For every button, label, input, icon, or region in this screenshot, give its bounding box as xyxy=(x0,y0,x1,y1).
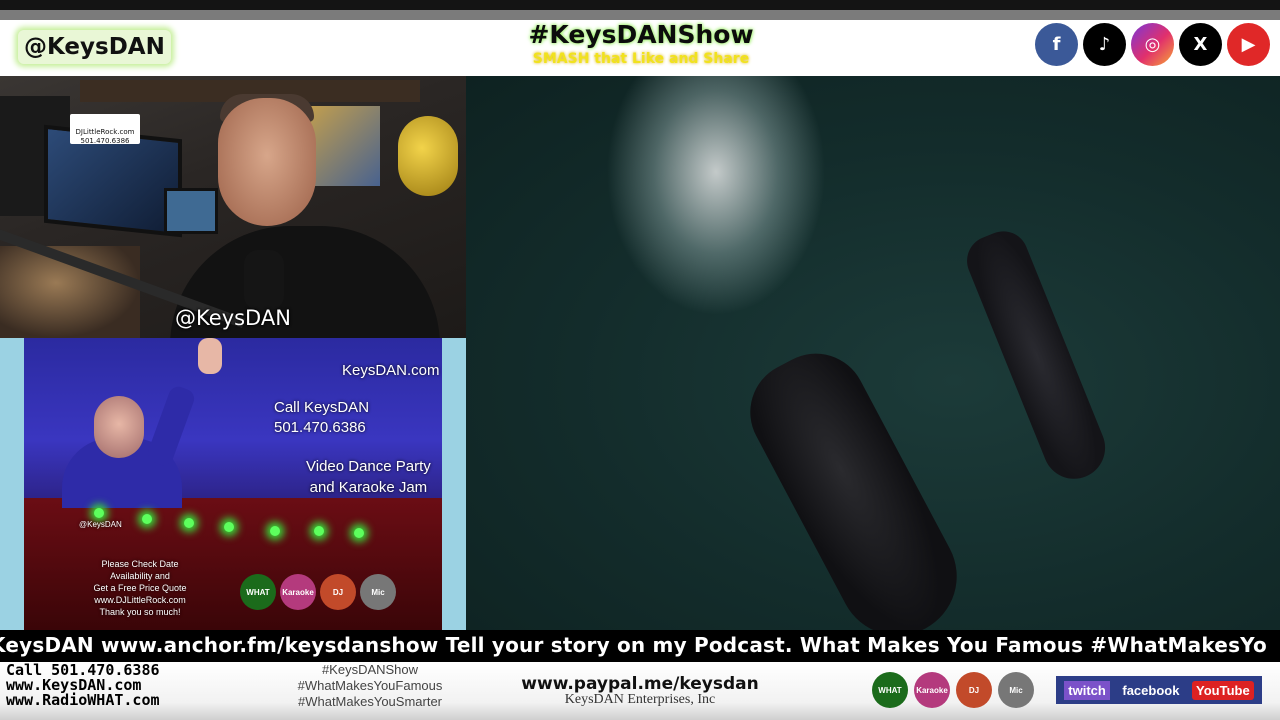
green-light xyxy=(270,526,280,536)
promo-check: Please Check Date Availability and Get a… xyxy=(80,558,200,618)
mic-logo: Mic xyxy=(360,574,396,610)
footer-paypal[interactable]: www.paypal.me/keysdan xyxy=(500,674,780,694)
footer-tag1: #KeysDANShow xyxy=(321,662,419,677)
promo-check-line3: Get a Free Price Quote xyxy=(93,583,187,593)
dj-head xyxy=(94,396,144,458)
what-radio-logo: WHAT xyxy=(240,574,276,610)
footer-tag2: #WhatMakesYouFamous xyxy=(297,678,443,693)
promo-site: KeysDAN.com xyxy=(342,362,440,379)
promo-handle: @KeysDAN xyxy=(79,520,122,529)
scrolling-ticker: KeysDAN www.anchor.fm/keysdanshow Tell y… xyxy=(0,630,1280,662)
brand-bar: twitch facebook YouTube xyxy=(1056,676,1262,704)
webcam-feed: DJLittleRock.com 501.470.6386 @KeysDAN xyxy=(0,76,466,338)
green-light xyxy=(142,514,152,524)
promo-call-line1: Call KeysDAN xyxy=(274,399,370,416)
header-handle: @KeysDAN xyxy=(18,30,171,64)
x-icon[interactable]: X xyxy=(1179,23,1222,66)
logo-sticker: DJLittleRock.com 501.470.6386 xyxy=(70,114,140,145)
promo-party-line1: Video Dance Party xyxy=(306,458,431,475)
top-black-strip xyxy=(0,0,1280,10)
dj-logo: DJ xyxy=(956,672,992,708)
footer-tag3: #WhatMakesYouSmarter xyxy=(297,694,443,709)
show-subtitle: SMASH that Like and Share xyxy=(532,51,750,67)
twitch-logo[interactable]: twitch xyxy=(1064,680,1110,700)
promo-call: Call KeysDAN 501.470.6386 xyxy=(274,398,369,438)
footer-contact: Call 501.470.6386 www.KeysDAN.com www.Ra… xyxy=(6,663,160,708)
youtube-logo[interactable]: YouTube xyxy=(1192,680,1254,700)
social-icons: f ♪ ◎ X ▶ xyxy=(1035,23,1270,66)
dj-logo: DJ xyxy=(320,574,356,610)
karaoke-logo: Karaoke xyxy=(280,574,316,610)
show-title: #KeysDANShow xyxy=(528,20,754,49)
green-light xyxy=(94,508,104,518)
promo-call-line2: 501.470.6386 xyxy=(274,419,366,436)
footer-hashtags: #KeysDANShow #WhatMakesYouFamous #WhatMa… xyxy=(270,662,470,710)
facebook-logo[interactable]: facebook xyxy=(1118,681,1183,700)
promo-party-line2: and Karaoke Jam xyxy=(309,479,428,496)
green-light xyxy=(314,526,324,536)
helmet xyxy=(398,116,458,196)
footer-site2[interactable]: www.RadioWHAT.com xyxy=(6,693,160,708)
microphone xyxy=(244,250,284,310)
small-monitor xyxy=(164,188,218,234)
green-light xyxy=(184,518,194,528)
green-light xyxy=(354,528,364,538)
promo-check-line4: www.DJLittleRock.com xyxy=(94,595,186,605)
dj-hand xyxy=(198,338,222,374)
youtube-icon[interactable]: ▶ xyxy=(1227,23,1270,66)
promo-image: KeysDAN.com Call KeysDAN 501.470.6386 Vi… xyxy=(24,338,442,630)
what-radio-logo: WHAT xyxy=(872,672,908,708)
facebook-icon[interactable]: f xyxy=(1035,23,1078,66)
webcam-handle: @KeysDAN xyxy=(0,306,466,330)
karaoke-logo: Karaoke xyxy=(914,672,950,708)
promo-party: Video Dance Party and Karaoke Jam xyxy=(306,456,431,498)
promo-check-line1: Please Check Date xyxy=(101,559,179,569)
sticker-text: DJLittleRock.com 501.470.6386 xyxy=(75,128,135,145)
header-bar: @KeysDAN #KeysDANShow SMASH that Like an… xyxy=(0,20,1280,76)
promo-check-line5: Thank you so much! xyxy=(99,607,181,617)
promo-check-line2: Availability and xyxy=(110,571,170,581)
instagram-icon[interactable]: ◎ xyxy=(1131,23,1174,66)
main-video xyxy=(466,76,1280,630)
webcam-handle-text: @KeysDAN xyxy=(175,306,291,330)
footer-enterprises: KeysDAN Enterprises, Inc xyxy=(564,692,716,707)
mic-logo: Mic xyxy=(998,672,1034,708)
promo-panel: KeysDAN.com Call KeysDAN 501.470.6386 Vi… xyxy=(0,338,466,630)
adult-whale xyxy=(732,335,978,630)
footer-bar: Call 501.470.6386 www.KeysDAN.com www.Ra… xyxy=(0,662,1280,720)
ticker-text: KeysDAN www.anchor.fm/keysdanshow Tell y… xyxy=(0,633,1267,657)
calf-whale xyxy=(959,223,1115,489)
tiktok-icon[interactable]: ♪ xyxy=(1083,23,1126,66)
water-splash xyxy=(606,76,826,316)
top-grey-strip xyxy=(0,10,1280,20)
dj-raised-arm xyxy=(145,383,197,469)
host-head xyxy=(218,98,316,226)
green-light xyxy=(224,522,234,532)
